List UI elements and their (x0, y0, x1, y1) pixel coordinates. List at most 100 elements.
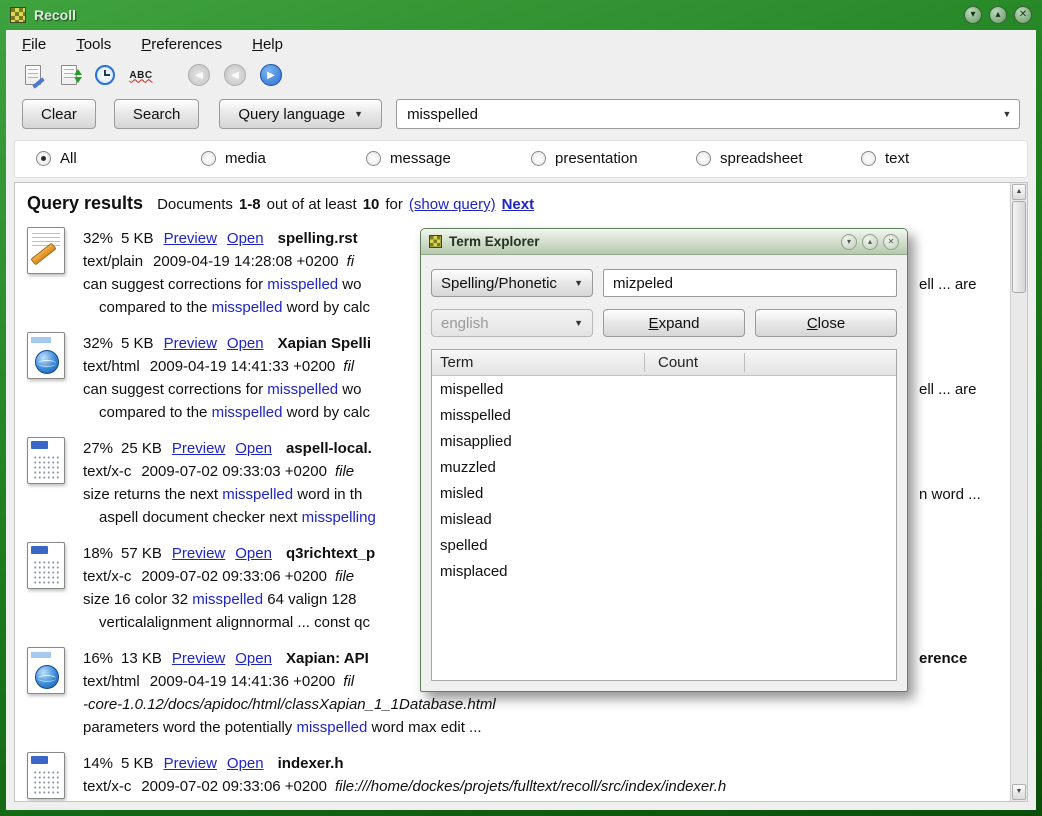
menu-tools[interactable]: Tools (76, 36, 111, 53)
results-scrollbar[interactable]: ▲ ▼ (1010, 183, 1027, 801)
mime-type: text/x-c (83, 463, 131, 480)
doc-url: fil (343, 358, 354, 375)
spellcheck-abc-icon[interactable]: ABC (128, 62, 154, 88)
doc-date: 2009-04-19 14:41:36 +0200 (150, 673, 336, 690)
filter-text[interactable]: text (861, 150, 909, 167)
relevance-percent: 18% (83, 545, 113, 562)
match-term: misspelled (192, 591, 263, 608)
preview-link[interactable]: Preview (164, 755, 217, 772)
language-dropdown[interactable]: english ▼ (431, 309, 593, 337)
search-button[interactable]: Search (114, 99, 200, 129)
doc-url: file (335, 463, 354, 480)
expand-button[interactable]: Expand (603, 309, 745, 337)
menu-bar: File Tools Preferences Help (6, 30, 1036, 58)
preview-link[interactable]: Preview (172, 440, 225, 457)
search-input[interactable] (397, 106, 995, 123)
text-document-icon (27, 227, 65, 274)
filter-presentation[interactable]: presentation (531, 150, 638, 167)
close-button[interactable]: ✕ (1014, 6, 1032, 24)
term-row[interactable]: spelled (432, 532, 896, 558)
doc-url: file:///home/dockes/projets/fulltext/rec… (335, 778, 726, 795)
results-title: Query results (27, 193, 143, 214)
close-dialog-button[interactable]: Close (755, 309, 897, 337)
column-header-term[interactable]: Term (432, 354, 644, 371)
relevance-percent: 14% (83, 755, 113, 772)
filter-bar: All media message presentation spreadshe… (14, 140, 1028, 178)
results-total: 10 (363, 196, 380, 213)
column-divider (744, 353, 745, 372)
filter-spreadsheet[interactable]: spreadsheet (696, 150, 803, 167)
recoll-window: Recoll ▾ ▴ ✕ File Tools Preferences Help (0, 0, 1042, 816)
recoll-app-icon (429, 235, 442, 248)
result-title: q3richtext_p (286, 545, 375, 562)
scroll-up-icon[interactable]: ▲ (1012, 184, 1026, 200)
match-type-dropdown[interactable]: Spelling/Phonetic ▼ (431, 269, 593, 297)
source-document-icon (27, 752, 65, 799)
column-divider (644, 353, 645, 372)
file-size: 5 KB (121, 230, 154, 247)
next-page-link[interactable]: Next (502, 196, 535, 213)
preview-link[interactable]: Preview (164, 335, 217, 352)
close-button[interactable]: ✕ (883, 234, 899, 250)
next-page-icon[interactable]: ▶ (258, 62, 284, 88)
shade-button[interactable]: ▾ (841, 234, 857, 250)
term-row[interactable]: misapplied (432, 428, 896, 454)
menu-preferences[interactable]: Preferences (141, 36, 222, 53)
term-row[interactable]: misspelled (432, 402, 896, 428)
html-document-icon (27, 647, 65, 694)
window-titlebar[interactable]: Recoll ▾ ▴ ✕ (0, 0, 1042, 30)
scrollbar-thumb[interactable] (1012, 201, 1026, 293)
source-document-icon (27, 542, 65, 589)
term-row[interactable]: mispelled (432, 376, 896, 402)
term-row[interactable]: muzzled (432, 454, 896, 480)
first-page-icon[interactable]: ◀ (186, 62, 212, 88)
open-link[interactable]: Open (227, 230, 264, 247)
open-link[interactable]: Open (227, 755, 264, 772)
filter-message[interactable]: message (366, 150, 451, 167)
open-link[interactable]: Open (235, 545, 272, 562)
query-history-dropdown-icon[interactable]: ▼ (995, 109, 1019, 119)
filter-media[interactable]: media (201, 150, 266, 167)
prev-page-icon[interactable]: ◀ (222, 62, 248, 88)
match-term: misspelled (267, 381, 338, 398)
maximize-button[interactable]: ▴ (989, 6, 1007, 24)
term-row[interactable]: mislead (432, 506, 896, 532)
shade-button[interactable]: ▾ (964, 6, 982, 24)
result-title: Xapian: API (286, 650, 369, 667)
term-row[interactable]: misled (432, 480, 896, 506)
abstract-tail: ell ... are (919, 378, 977, 401)
menu-help[interactable]: Help (252, 36, 283, 53)
open-link[interactable]: Open (227, 335, 264, 352)
query-language-dropdown[interactable]: Query language ▼ (219, 99, 382, 129)
maximize-button[interactable]: ▴ (862, 234, 878, 250)
relevance-percent: 32% (83, 335, 113, 352)
show-query-link[interactable]: (show query) (409, 196, 496, 213)
open-link[interactable]: Open (235, 440, 272, 457)
preview-link[interactable]: Preview (164, 230, 217, 247)
clear-button[interactable]: Clear (22, 99, 96, 129)
search-query-combobox: ▼ (396, 99, 1020, 129)
term-explorer-body: Spelling/Phonetic ▼ english ▼ Expand Clo… (421, 255, 907, 681)
scroll-down-icon[interactable]: ▼ (1012, 784, 1026, 800)
mime-type: text/html (83, 673, 140, 690)
filter-all[interactable]: All (36, 150, 77, 167)
preview-link[interactable]: Preview (172, 650, 225, 667)
file-size: 5 KB (121, 335, 154, 352)
term-table-header: Term Count (432, 350, 896, 376)
column-header-count[interactable]: Count (644, 354, 698, 371)
term-explorer-titlebar[interactable]: Term Explorer ▾ ▴ ✕ (421, 229, 907, 255)
term-row[interactable]: misplaced (432, 558, 896, 584)
relevance-percent: 32% (83, 230, 113, 247)
radio-icon (861, 151, 876, 166)
result-title: Xapian Spelli (278, 335, 371, 352)
match-term: misspelled (212, 404, 283, 421)
clear-search-icon[interactable] (20, 62, 46, 88)
update-index-icon[interactable] (56, 62, 82, 88)
file-size: 57 KB (121, 545, 162, 562)
preview-link[interactable]: Preview (172, 545, 225, 562)
menu-file[interactable]: File (22, 36, 46, 53)
recoll-app-icon (10, 7, 26, 23)
term-input[interactable] (603, 269, 897, 297)
history-clock-icon[interactable] (92, 62, 118, 88)
open-link[interactable]: Open (235, 650, 272, 667)
